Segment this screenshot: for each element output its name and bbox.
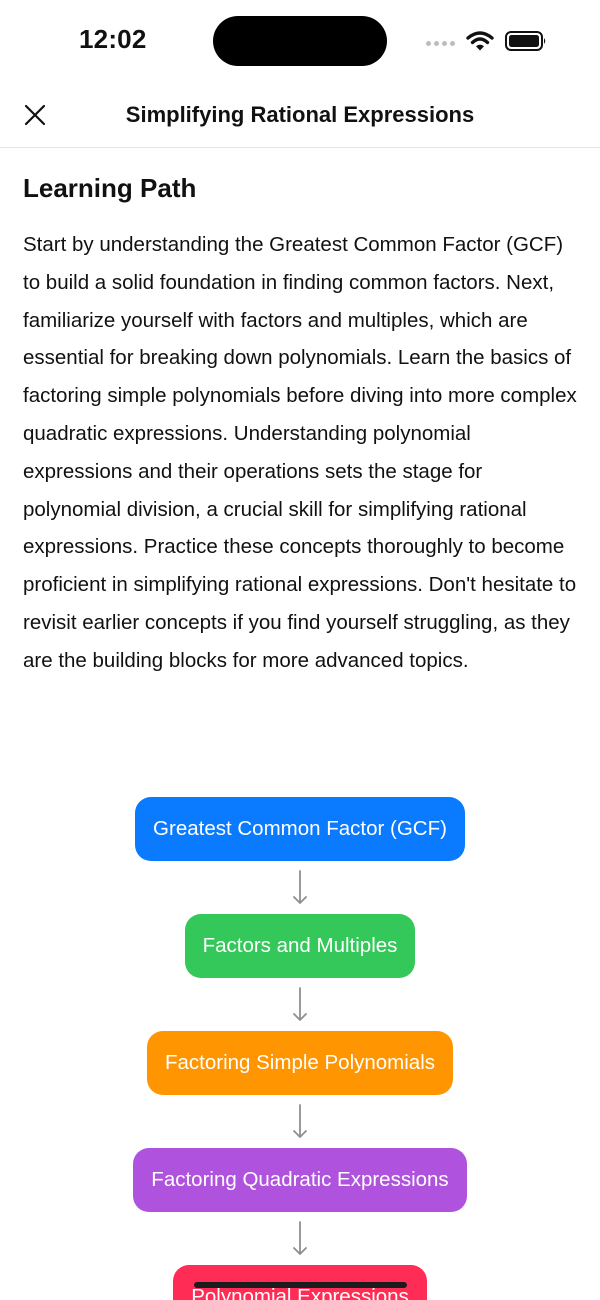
arrow-down-icon [288,1095,312,1148]
battery-icon [505,31,546,51]
arrow-down-icon [288,1212,312,1265]
content: Learning Path Start by understanding the… [23,168,579,680]
home-indicator[interactable] [194,1282,407,1288]
close-button[interactable] [16,96,54,134]
screen: 12:02 Simplifying Rational Expressions L… [0,0,600,1300]
path-step-button[interactable]: Factoring Quadratic Expressions [133,1148,467,1212]
learning-path-steps: Greatest Common Factor (GCF) Factors and … [0,797,600,1300]
status-bar: 12:02 [0,0,600,82]
cellular-signal-icon [426,41,455,46]
close-icon [24,104,46,126]
nav-bar: Simplifying Rational Expressions [0,82,600,148]
learning-path-description: Start by understanding the Greatest Comm… [23,233,577,672]
path-step-button[interactable]: Factoring Simple Polynomials [146,1031,454,1095]
status-time: 12:02 [79,24,147,54]
arrow-down-icon [288,978,312,1031]
arrow-down-icon [288,861,312,914]
dynamic-island [213,16,387,66]
nav-title: Simplifying Rational Expressions [125,102,475,127]
path-step-button[interactable]: Greatest Common Factor (GCF) [135,797,465,861]
wifi-icon [466,31,494,51]
path-step-button[interactable]: Factors and Multiples [184,914,416,978]
section-title: Learning Path [23,173,197,203]
